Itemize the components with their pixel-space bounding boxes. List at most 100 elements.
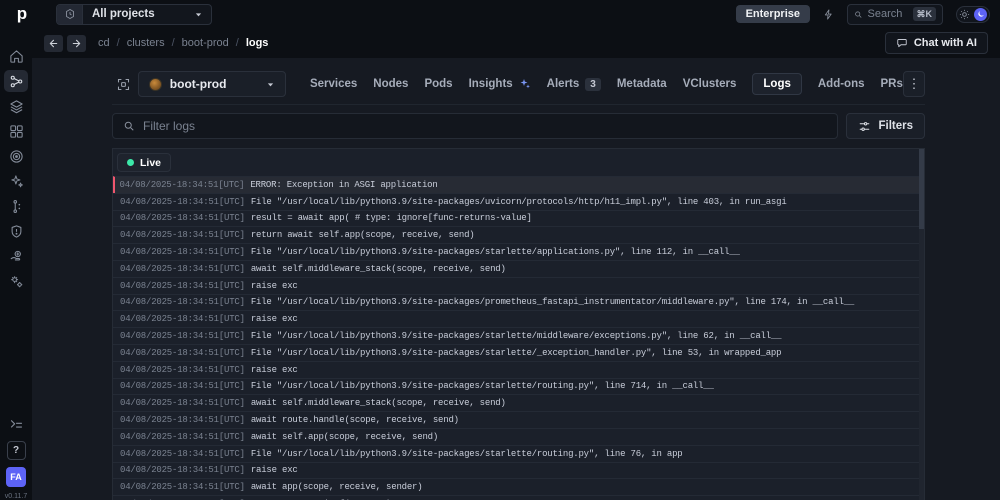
log-row[interactable]: 04/08/2025-18:34:51[UTC] File "/usr/loca…	[113, 293, 924, 311]
log-message: await route.handle(scope, receive, send)	[250, 415, 459, 426]
terminal-icon[interactable]	[4, 413, 28, 435]
main-content: boot-prod Services Nodes Pods Insights A…	[32, 58, 1000, 500]
pipelines-icon[interactable]	[4, 195, 28, 217]
log-row[interactable]: 04/08/2025-18:34:51[UTC] raise exc	[113, 310, 924, 327]
continuous-deployment-icon[interactable]	[4, 70, 28, 92]
log-scrollbar-thumb[interactable]	[919, 149, 924, 229]
cluster-header: boot-prod Services Nodes Pods Insights A…	[112, 71, 925, 105]
log-timestamp: 04/08/2025-18:34:51[UTC]	[120, 465, 245, 476]
log-row[interactable]: 04/08/2025-18:34:51[UTC] raise exc	[113, 461, 924, 479]
breadcrumb-item-logs: logs	[245, 37, 269, 49]
tab-pods[interactable]: Pods	[424, 78, 452, 90]
log-message: ERROR: Exception in ASGI application	[250, 179, 438, 190]
log-row[interactable]: 04/08/2025-18:34:51[UTC] File "/usr/loca…	[113, 327, 924, 344]
log-row[interactable]: 04/08/2025-18:34:51[UTC] return await se…	[113, 226, 924, 243]
moon-icon	[974, 7, 987, 21]
policies-icon[interactable]	[4, 145, 28, 167]
log-timestamp: 04/08/2025-18:34:51[UTC]	[120, 381, 245, 392]
filter-row: Filters	[112, 113, 925, 139]
catalog-icon[interactable]	[4, 120, 28, 142]
theme-toggle[interactable]	[956, 5, 990, 23]
tab-metadata[interactable]: Metadata	[617, 78, 667, 90]
home-icon[interactable]	[4, 45, 28, 67]
tab-services[interactable]: Services	[310, 78, 357, 90]
app-version: v0.11.7	[4, 493, 28, 500]
log-message: await self.app(scope, receive, send)	[250, 431, 439, 442]
topbar: p All projects Enterprise ⌘K	[0, 0, 1000, 28]
breadcrumb-item-cd[interactable]: cd	[98, 37, 110, 49]
filter-logs-field[interactable]	[112, 113, 839, 139]
cost-management-icon[interactable]	[4, 245, 28, 267]
more-options-button[interactable]: ⋮	[902, 71, 925, 97]
log-row[interactable]: 04/08/2025-18:34:51[UTC] await self.app(…	[113, 427, 924, 445]
filters-button[interactable]: Filters	[846, 113, 925, 139]
search-box[interactable]: ⌘K	[847, 3, 943, 25]
breadcrumb: cd / clusters / boot-prod / logs	[98, 37, 269, 49]
breadcrumb-item-clusters[interactable]: clusters	[127, 37, 165, 49]
log-message: File "/usr/local/lib/python3.9/site-pack…	[250, 247, 740, 258]
sliders-icon	[860, 121, 870, 131]
breadcrumb-item-cluster[interactable]: boot-prod	[182, 37, 229, 49]
log-row[interactable]: 04/08/2025-18:34:51[UTC] File "/usr/loca…	[113, 444, 924, 462]
tab-vclusters[interactable]: VClusters	[683, 78, 737, 90]
sun-icon	[959, 9, 970, 19]
alerts-count-badge: 3	[585, 77, 601, 91]
log-row[interactable]: 04/08/2025-18:34:51[UTC] response = awai…	[113, 495, 924, 500]
chat-with-ai-button[interactable]: Chat with AI	[884, 32, 988, 54]
log-row[interactable]: 04/08/2025-18:34:51[UTC] File "/usr/loca…	[113, 377, 924, 395]
back-button[interactable]	[44, 34, 63, 52]
log-timestamp: 04/08/2025-18:34:51[UTC]	[120, 196, 245, 207]
log-message: raise exc	[250, 314, 298, 325]
log-row[interactable]: 04/08/2025-18:34:51[UTC] raise exc	[113, 276, 924, 294]
project-icon	[57, 4, 83, 24]
log-row[interactable]: 04/08/2025-18:34:51[UTC] result = await …	[113, 209, 924, 227]
log-row[interactable]: 04/08/2025-18:34:51[UTC] ERROR: Exceptio…	[113, 176, 924, 193]
log-row[interactable]: 04/08/2025-18:34:51[UTC] File "/usr/loca…	[113, 192, 924, 210]
stacks-icon[interactable]	[4, 95, 28, 117]
log-message: result = await app( # type: ignore[func-…	[250, 213, 532, 224]
log-row[interactable]: 04/08/2025-18:34:51[UTC] await app(scope…	[113, 478, 924, 495]
manage-clusters-icon[interactable]	[112, 71, 136, 97]
tab-alerts[interactable]: Alerts 3	[547, 77, 601, 91]
log-row[interactable]: 04/08/2025-18:34:51[UTC] File "/usr/loca…	[113, 343, 924, 361]
enterprise-button[interactable]: Enterprise	[735, 5, 810, 23]
log-row[interactable]: 04/08/2025-18:34:51[UTC] await self.midd…	[113, 259, 924, 277]
live-indicator-dot	[127, 159, 134, 166]
user-avatar[interactable]: FA	[6, 467, 26, 487]
log-row[interactable]: 04/08/2025-18:34:51[UTC] await route.han…	[113, 411, 924, 428]
log-timestamp: 04/08/2025-18:34:51[UTC]	[120, 431, 245, 442]
tab-add-ons[interactable]: Add-ons	[818, 78, 865, 90]
log-message: File "/usr/local/lib/python3.9/site-pack…	[250, 448, 683, 459]
log-message: raise exc	[250, 465, 298, 476]
lightning-icon[interactable]	[823, 8, 834, 21]
help-button[interactable]: ?	[6, 441, 26, 460]
log-timestamp: 04/08/2025-18:34:51[UTC]	[120, 230, 245, 241]
cluster-selector[interactable]: boot-prod	[137, 71, 286, 97]
sidebar: ? FA v0.11.7	[0, 28, 32, 500]
breadcrumb-bar: cd / clusters / boot-prod / logs Chat wi…	[32, 28, 1000, 58]
log-row[interactable]: 04/08/2025-18:34:51[UTC] raise exc	[113, 360, 924, 378]
log-message: File "/usr/local/lib/python3.9/site-pack…	[250, 196, 787, 207]
log-timestamp: 04/08/2025-18:34:51[UTC]	[120, 331, 245, 342]
log-scrollbar[interactable]	[919, 149, 924, 500]
security-shield-icon[interactable]	[4, 220, 28, 242]
log-row[interactable]: 04/08/2025-18:34:51[UTC] File "/usr/loca…	[113, 243, 924, 260]
log-row[interactable]: 04/08/2025-18:34:51[UTC] await self.midd…	[113, 394, 924, 411]
log-timestamp: 04/08/2025-18:34:51[UTC]	[120, 280, 245, 291]
chevron-down-icon	[266, 80, 275, 89]
forward-button[interactable]	[67, 34, 86, 52]
tab-nodes[interactable]: Nodes	[373, 78, 408, 90]
tab-insights[interactable]: Insights	[469, 78, 531, 90]
filter-logs-input[interactable]	[143, 119, 828, 133]
settings-gears-icon[interactable]	[4, 270, 28, 292]
chevron-down-icon	[194, 10, 203, 19]
ai-sparkles-icon[interactable]	[4, 170, 28, 192]
tab-prs[interactable]: PRs	[881, 78, 903, 90]
live-toggle-button[interactable]: Live	[117, 153, 172, 172]
search-input[interactable]	[867, 8, 908, 20]
log-panel: Live 04/08/2025-18:34:51[UTC] ERROR: Exc…	[112, 148, 925, 500]
tab-logs[interactable]: Logs	[752, 73, 802, 95]
log-message: File "/usr/local/lib/python3.9/site-pack…	[250, 381, 714, 392]
log-timestamp: 04/08/2025-18:34:51[UTC]	[120, 482, 245, 493]
project-selector[interactable]: All projects	[56, 3, 212, 25]
